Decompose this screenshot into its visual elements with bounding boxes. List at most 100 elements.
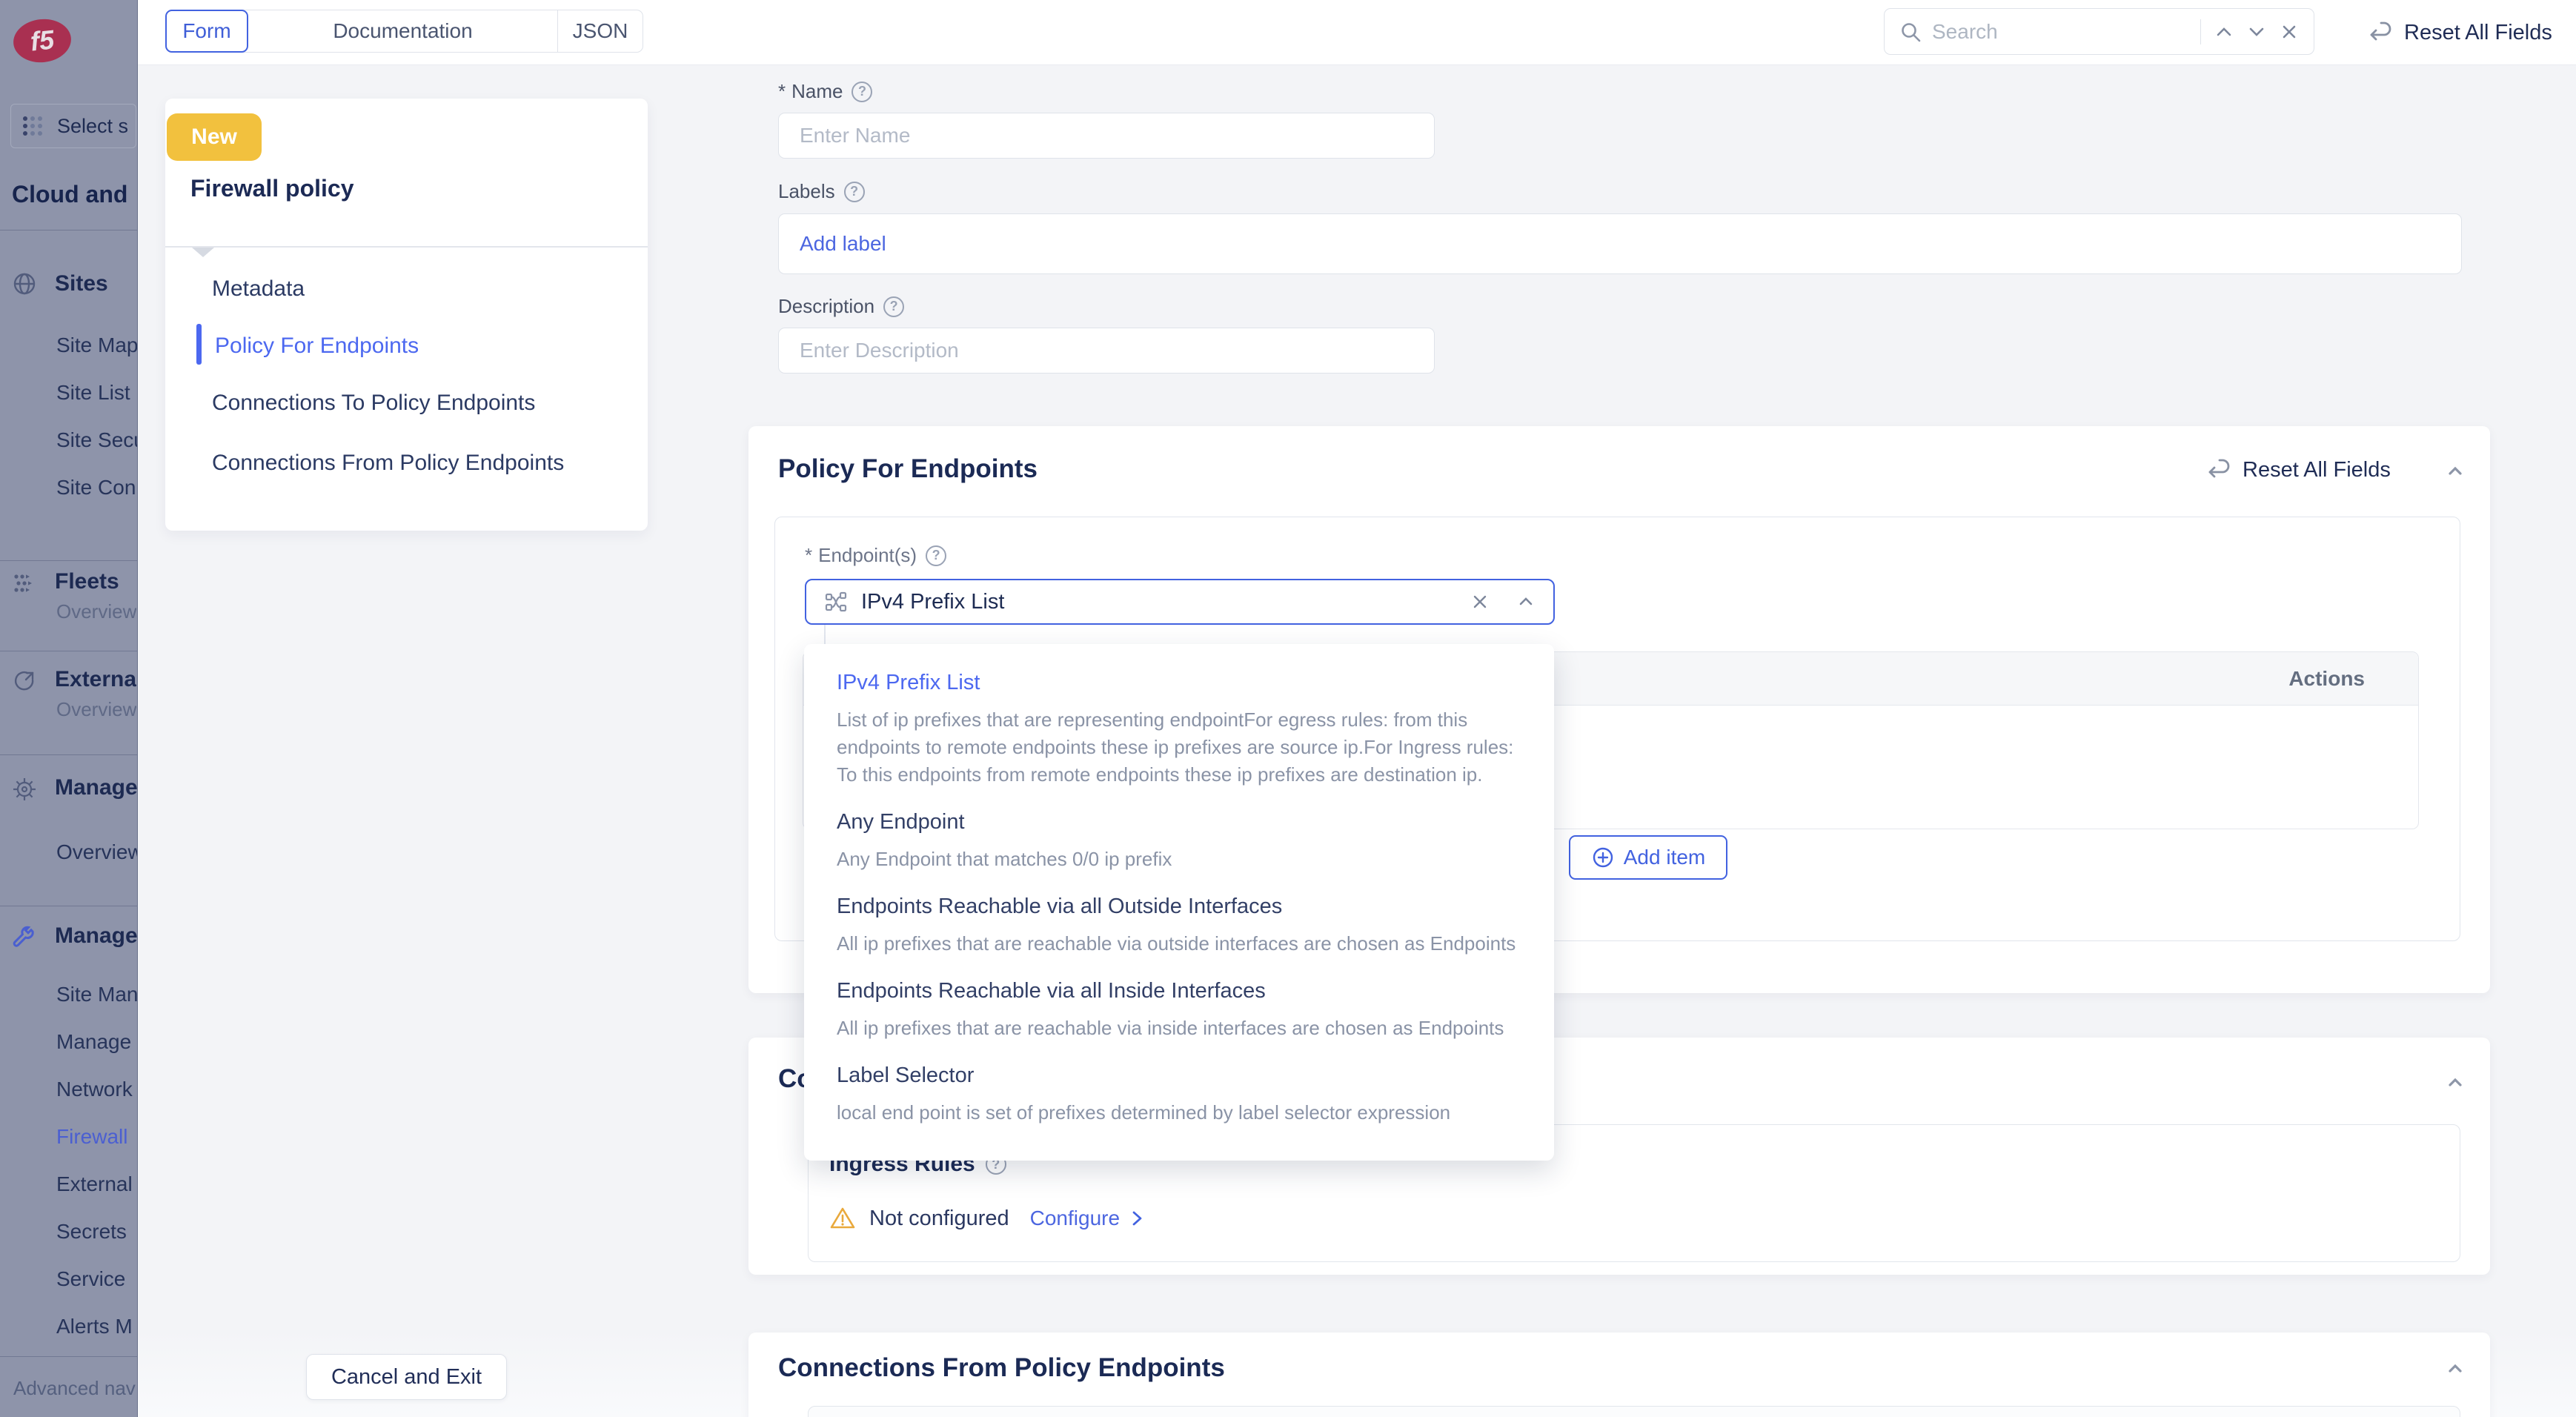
reset-all-fields-label: Reset All Fields <box>2404 21 2552 45</box>
helm-wheel-icon <box>12 777 37 802</box>
sidebar-item-manage-sub[interactable]: Manage <box>56 1030 131 1054</box>
dropdown-option-label-selector[interactable]: Label Selector local end point is set of… <box>837 1063 1539 1126</box>
add-label-link[interactable]: Add label <box>800 232 886 256</box>
step-connections-from[interactable]: Connections From Policy Endpoints <box>212 451 564 476</box>
chevron-right-icon <box>1127 1209 1146 1228</box>
ingress-status-text: Not configured <box>869 1207 1009 1231</box>
sidebar-item-site-map[interactable]: Site Map <box>56 333 138 357</box>
collapse-section-icon[interactable] <box>2444 460 2466 482</box>
reset-icon <box>2207 457 2232 482</box>
sidebar-item-external-sub[interactable]: External <box>56 1172 133 1196</box>
view-mode-tabs: Form Documentation JSON <box>165 10 643 53</box>
clear-selection-icon[interactable] <box>1469 591 1491 613</box>
step-policy-for-endpoints[interactable]: Policy For Endpoints <box>215 333 419 359</box>
connections-from-fieldset <box>808 1406 2460 1417</box>
sidebar-item-firewall[interactable]: Firewall <box>56 1125 127 1149</box>
search-icon <box>1899 21 1922 43</box>
actions-column-header: Actions <box>2288 667 2365 691</box>
wizard-divider-notch <box>192 248 214 257</box>
description-field-label: Description ? <box>778 295 904 318</box>
name-input[interactable] <box>778 113 1435 159</box>
step-connections-to[interactable]: Connections To Policy Endpoints <box>212 391 535 416</box>
sidebar-divider <box>0 560 138 561</box>
sidebar-item-site-management[interactable]: Site Man <box>56 983 138 1006</box>
description-input[interactable] <box>778 328 1435 374</box>
sidebar-item-secrets[interactable]: Secrets <box>56 1220 127 1244</box>
search-next-icon[interactable] <box>2245 21 2268 43</box>
endpoint-select-value: IPv4 Prefix List <box>861 590 1455 614</box>
dropdown-option-inside-interfaces[interactable]: Endpoints Reachable via all Inside Inter… <box>837 979 1539 1042</box>
sidebar-item-external-overview[interactable]: Overview <box>56 698 136 721</box>
wrench-icon <box>12 925 37 950</box>
reset-all-fields-section[interactable]: Reset All Fields <box>2207 457 2391 482</box>
endpoint-shuffle-icon <box>824 590 848 614</box>
policy-section-title: Policy For Endpoints <box>778 454 1038 484</box>
reset-icon <box>2368 20 2394 45</box>
connections-from-title: Connections From Policy Endpoints <box>778 1353 1225 1383</box>
sidebar: f5 Select s Cloud and Sites Site Map Sit… <box>0 0 138 1417</box>
topbar: Form Documentation JSON Reset All Fields <box>138 0 2576 65</box>
sidebar-item-site-list[interactable]: Site List <box>56 381 130 405</box>
f5-logo[interactable]: f5 <box>11 16 73 65</box>
endpoints-help-icon[interactable]: ? <box>926 545 946 566</box>
search-input[interactable] <box>1932 20 2188 44</box>
sidebar-divider <box>0 754 138 755</box>
sidebar-item-service[interactable]: Service <box>56 1267 125 1291</box>
waffle-grid-icon <box>21 114 45 138</box>
endpoints-field-label: *Endpoint(s) ? <box>805 544 946 567</box>
search-clear-icon[interactable] <box>2278 21 2300 43</box>
sidebar-item-manage-sites[interactable]: Manage <box>55 775 138 800</box>
name-help-icon[interactable]: ? <box>852 82 872 102</box>
add-item-button[interactable]: Add item <box>1569 835 1727 880</box>
external-connections-icon <box>12 668 37 694</box>
tab-form[interactable]: Form <box>165 10 248 53</box>
step-metadata[interactable]: Metadata <box>212 276 305 302</box>
sidebar-item-alerts[interactable]: Alerts M <box>56 1315 133 1338</box>
app-root: f5 Select s Cloud and Sites Site Map Sit… <box>0 0 2576 1417</box>
chevron-up-icon[interactable] <box>1515 591 1537 613</box>
dropdown-connector <box>824 625 826 646</box>
sidebar-item-site-security[interactable]: Site Secu <box>56 428 138 452</box>
select-service-button[interactable]: Select s <box>10 104 136 148</box>
labels-help-icon[interactable]: ? <box>844 182 865 202</box>
tab-json[interactable]: JSON <box>558 10 643 52</box>
sidebar-item-fleets-overview[interactable]: Overview <box>56 600 136 623</box>
sidebar-item-manage-sites-overview[interactable]: Overview <box>56 840 138 864</box>
dropdown-option-outside-interfaces[interactable]: Endpoints Reachable via all Outside Inte… <box>837 895 1539 958</box>
tab-documentation[interactable]: Documentation <box>248 10 558 52</box>
description-help-icon[interactable]: ? <box>883 296 904 317</box>
sidebar-item-networking[interactable]: Network <box>56 1078 133 1101</box>
advanced-nav-toggle[interactable]: Advanced nav <box>13 1377 136 1400</box>
product-title: Cloud and <box>12 181 127 208</box>
cancel-and-exit-button[interactable]: Cancel and Exit <box>306 1354 507 1400</box>
sidebar-item-external[interactable]: Externa <box>55 667 136 692</box>
endpoint-type-dropdown: IPv4 Prefix List List of ip prefixes tha… <box>804 644 1554 1161</box>
sidebar-item-fleets[interactable]: Fleets <box>55 569 119 594</box>
collapse-section-icon[interactable] <box>2444 1358 2466 1380</box>
collapse-section-icon[interactable] <box>2444 1072 2466 1094</box>
required-mark: * <box>778 80 786 103</box>
sidebar-item-sites[interactable]: Sites <box>55 271 108 296</box>
wizard-divider <box>165 246 648 248</box>
configure-link[interactable]: Configure <box>1030 1207 1146 1230</box>
dropdown-option-ipv4-prefix-list[interactable]: IPv4 Prefix List List of ip prefixes tha… <box>837 671 1539 789</box>
dropdown-option-any-endpoint[interactable]: Any Endpoint Any Endpoint that matches 0… <box>837 810 1539 873</box>
select-service-label: Select s <box>57 115 128 138</box>
connections-from-section: Connections From Policy Endpoints <box>748 1333 2490 1417</box>
ingress-status-row: Not configured Configure <box>829 1205 1146 1232</box>
labels-field-label: Labels ? <box>778 180 865 203</box>
new-badge: New <box>167 113 262 161</box>
wizard-nav-card: New Firewall policy Metadata Policy For … <box>165 99 648 531</box>
search-prev-icon[interactable] <box>2213 21 2235 43</box>
globe-icon <box>12 271 37 296</box>
active-step-indicator <box>196 324 202 365</box>
sidebar-item-site-connectivity[interactable]: Site Con <box>56 476 136 500</box>
labels-box: Add label <box>778 213 2462 274</box>
search-box <box>1884 8 2314 55</box>
plus-circle-icon <box>1591 846 1615 869</box>
sidebar-item-manage[interactable]: Manage <box>55 923 138 949</box>
sidebar-divider <box>0 1356 138 1357</box>
reset-all-fields-top[interactable]: Reset All Fields <box>2368 0 2552 65</box>
endpoint-type-select[interactable]: IPv4 Prefix List <box>805 579 1555 625</box>
warning-icon <box>829 1205 856 1232</box>
